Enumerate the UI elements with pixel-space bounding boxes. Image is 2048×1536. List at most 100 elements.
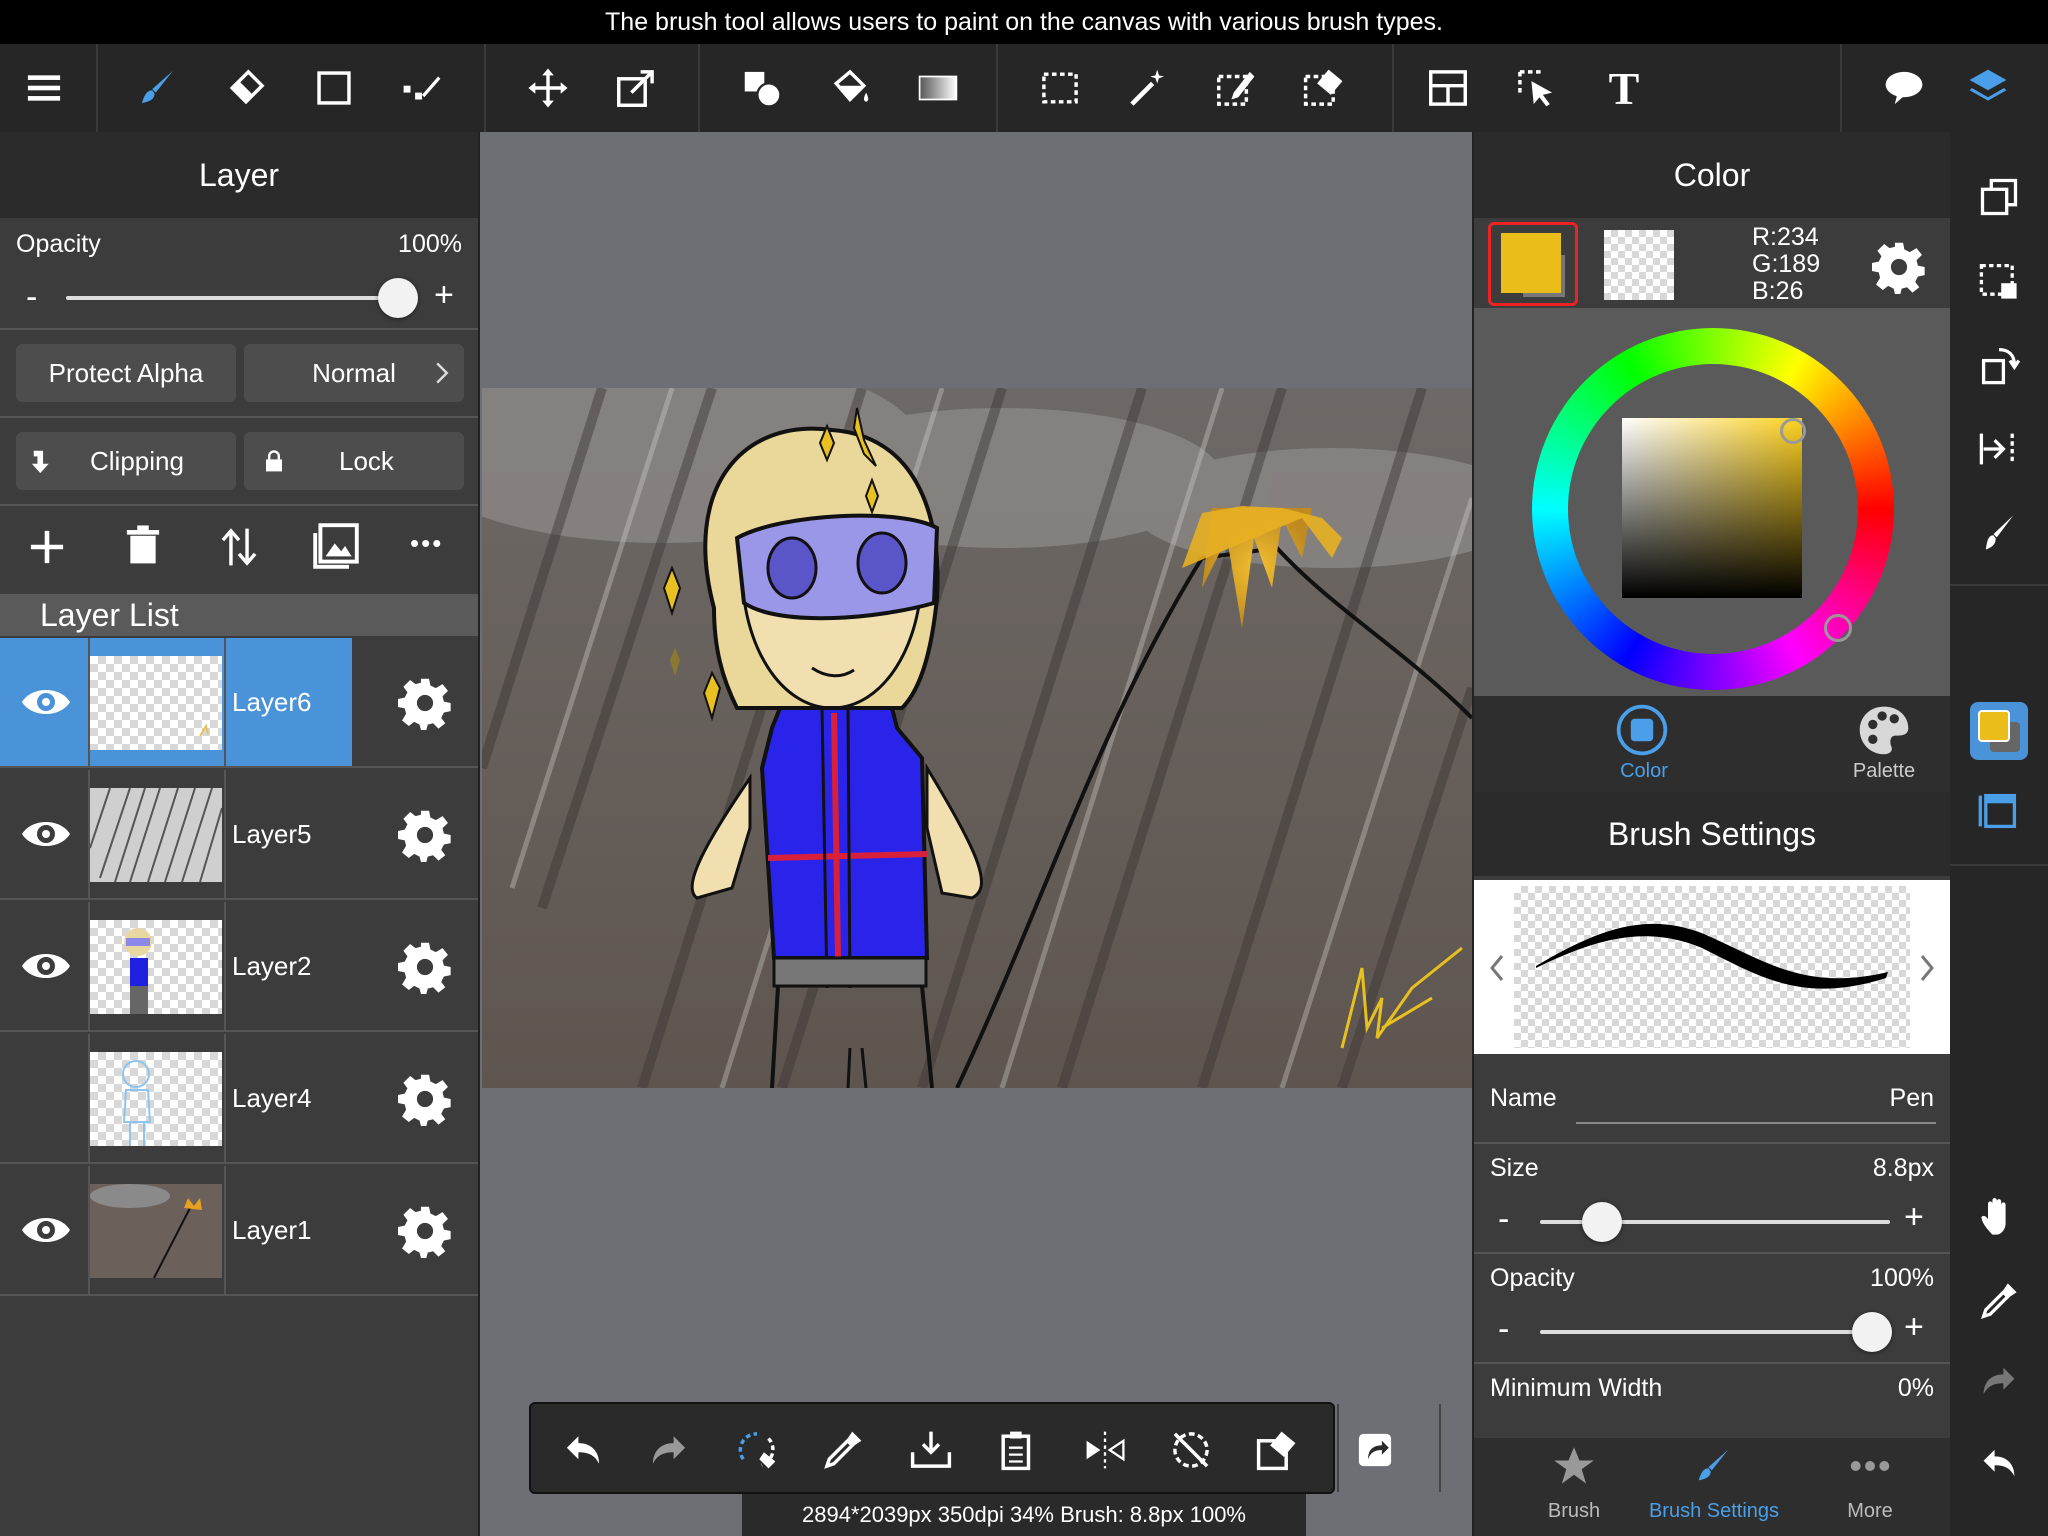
rectangle-tool-icon[interactable] xyxy=(304,58,364,118)
redo-icon[interactable] xyxy=(639,1420,699,1480)
share-icon[interactable] xyxy=(1345,1420,1405,1480)
move-layer-icon[interactable] xyxy=(216,524,262,570)
tab-more-label: More xyxy=(1847,1500,1893,1522)
tab-more[interactable]: More xyxy=(1810,1440,1930,1534)
gear-icon[interactable] xyxy=(398,676,452,730)
layer-row-layer4[interactable]: Layer4 xyxy=(0,1034,478,1164)
color-side-button[interactable] xyxy=(1970,702,2028,760)
rotate-canvas-icon[interactable] xyxy=(1970,336,2028,394)
eyedropper-icon[interactable] xyxy=(813,1420,873,1480)
gear-icon[interactable] xyxy=(398,1072,452,1126)
color-gear-icon[interactable] xyxy=(1872,240,1926,294)
select-tool-icon[interactable] xyxy=(1030,58,1090,118)
sv-picker-knob[interactable] xyxy=(1780,418,1806,444)
brush-size-knob[interactable] xyxy=(1582,1202,1622,1242)
layer-thumbnail xyxy=(90,1052,222,1146)
layer-row-layer2[interactable]: Layer2 xyxy=(0,902,478,1032)
layer-opacity-plus[interactable]: + xyxy=(434,276,454,315)
hand-icon[interactable] xyxy=(1970,1188,2028,1246)
rotate-off-icon[interactable] xyxy=(1161,1420,1221,1480)
image-layer-icon[interactable] xyxy=(310,520,362,572)
material-icon[interactable] xyxy=(1874,58,1934,118)
brush-name-value[interactable]: Pen xyxy=(1890,1084,1934,1113)
transform-tool-icon[interactable] xyxy=(606,58,666,118)
background-color-swatch[interactable] xyxy=(1604,230,1674,300)
brush-size-plus[interactable]: + xyxy=(1904,1198,1924,1237)
brush-opacity-plus[interactable]: + xyxy=(1904,1308,1924,1347)
trash-icon[interactable] xyxy=(120,522,166,568)
save-icon[interactable] xyxy=(901,1420,961,1480)
move-tool-icon[interactable] xyxy=(518,58,578,118)
brush-side-icon[interactable] xyxy=(1970,504,2028,562)
select-eraser-icon[interactable] xyxy=(1294,58,1354,118)
eye-icon[interactable] xyxy=(18,942,74,990)
brush-settings-icon xyxy=(1698,1449,1729,1481)
copy-layer-icon[interactable] xyxy=(1970,168,2028,226)
brush-size-minus[interactable]: - xyxy=(1498,1200,1509,1239)
artwork-canvas[interactable] xyxy=(482,388,1472,1088)
layer-opacity-slider[interactable] xyxy=(66,296,410,300)
gear-icon[interactable] xyxy=(398,1204,452,1258)
tab-palette[interactable]: Palette xyxy=(1804,700,1964,790)
eye-icon[interactable] xyxy=(18,810,74,858)
eraser-tool-icon[interactable] xyxy=(216,58,276,118)
layer-opacity-minus[interactable]: - xyxy=(26,278,37,317)
layers-icon[interactable] xyxy=(1958,58,2018,118)
color-panel-title: Color xyxy=(1474,132,1950,218)
eye-icon[interactable] xyxy=(18,678,74,726)
redo-side-icon[interactable] xyxy=(1970,1352,2028,1410)
layer-list-title: Layer List xyxy=(0,594,478,636)
select-pen-tool-icon[interactable] xyxy=(392,58,452,118)
clear-select-icon[interactable] xyxy=(1247,1420,1307,1480)
hue-picker-knob[interactable] xyxy=(1824,614,1852,642)
foreground-color-swatch[interactable] xyxy=(1488,222,1578,306)
gradient-tool-icon[interactable] xyxy=(908,58,968,118)
color-blue-value: B:26 xyxy=(1752,277,1804,305)
frame-divider-icon[interactable] xyxy=(1418,58,1478,118)
chevron-right-icon xyxy=(1920,955,1934,981)
gear-icon[interactable] xyxy=(398,808,452,862)
select-layer-icon[interactable] xyxy=(1970,252,2028,310)
eye-icon[interactable] xyxy=(18,1206,74,1254)
add-layer-icon[interactable] xyxy=(24,524,70,570)
lock-button[interactable]: Lock xyxy=(244,432,464,490)
layer-thumbnail xyxy=(90,656,222,750)
clipping-arrow-icon xyxy=(31,450,49,474)
top-toolbar: T xyxy=(0,44,2048,132)
undo-side-icon[interactable] xyxy=(1970,1434,2028,1492)
layer-row-layer1[interactable]: Layer1 xyxy=(0,1166,478,1296)
shape-fill-tool-icon[interactable] xyxy=(732,58,792,118)
tab-brush-settings[interactable]: Brush Settings xyxy=(1624,1440,1804,1534)
menu-icon[interactable] xyxy=(14,58,74,118)
undo-icon[interactable] xyxy=(553,1420,613,1480)
paste-icon[interactable] xyxy=(987,1420,1047,1480)
brush-tool-icon[interactable] xyxy=(128,58,188,118)
select-clear-icon[interactable] xyxy=(727,1420,787,1480)
min-width-value: 0% xyxy=(1897,1374,1934,1402)
select-pen-icon[interactable] xyxy=(1206,58,1266,118)
brush-opacity-slider[interactable] xyxy=(1540,1330,1890,1334)
flip-icon[interactable] xyxy=(1075,1420,1135,1480)
layer-opacity-knob[interactable] xyxy=(378,278,418,318)
protect-alpha-button[interactable]: Protect Alpha xyxy=(16,344,236,402)
magic-wand-icon[interactable] xyxy=(1118,58,1178,118)
clipping-button[interactable]: Clipping xyxy=(16,432,236,490)
gear-icon[interactable] xyxy=(398,940,452,994)
brush-opacity-label: Opacity xyxy=(1490,1264,1575,1292)
layer-more-button[interactable]: ••• xyxy=(410,528,443,559)
brush-opacity-minus[interactable]: - xyxy=(1498,1310,1509,1349)
operation-tool-icon[interactable] xyxy=(1506,58,1566,118)
tab-brush[interactable]: Brush xyxy=(1514,1440,1634,1534)
bucket-tool-icon[interactable] xyxy=(820,58,880,118)
tab-color[interactable]: Color xyxy=(1564,700,1724,790)
eyedropper-side-icon[interactable] xyxy=(1970,1272,2028,1330)
text-tool-icon[interactable]: T xyxy=(1594,58,1654,118)
brush-opacity-knob[interactable] xyxy=(1852,1312,1892,1352)
panel-toggle-icon[interactable] xyxy=(1970,782,2028,840)
flip-horizontal-icon[interactable] xyxy=(1970,420,2028,478)
saturation-value-square[interactable] xyxy=(1622,418,1802,598)
layer-row-layer6[interactable]: Layer6 xyxy=(0,638,478,768)
layer-row-layer5[interactable]: Layer5 xyxy=(0,770,478,900)
chevron-left-icon xyxy=(1490,955,1504,981)
blend-mode-button[interactable]: Normal xyxy=(244,344,464,402)
